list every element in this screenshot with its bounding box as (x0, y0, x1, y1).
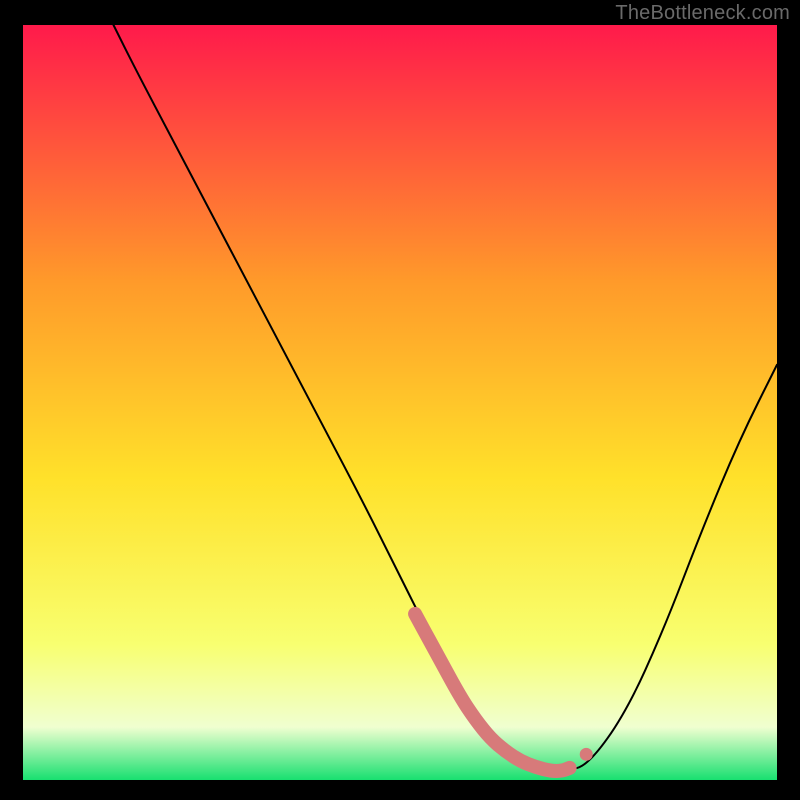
chart-frame: TheBottleneck.com (0, 0, 800, 800)
highlight-end-dot (580, 748, 593, 761)
plot-background (23, 25, 777, 780)
attribution-label: TheBottleneck.com (615, 2, 790, 25)
bottleneck-chart (0, 0, 800, 800)
